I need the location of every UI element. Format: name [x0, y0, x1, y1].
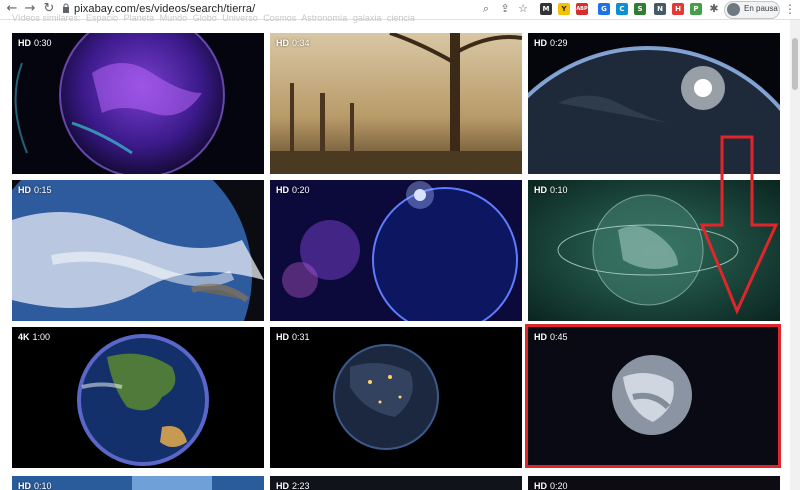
- video-thumbnail[interactable]: 4K 1:00: [12, 327, 264, 468]
- video-thumbnail[interactable]: HD 0:20: [528, 476, 780, 490]
- profile-button[interactable]: En pausa: [724, 1, 780, 19]
- extension-n-icon[interactable]: N: [654, 3, 666, 15]
- menu-icon[interactable]: ⋮: [784, 1, 796, 17]
- video-badge: HD 0:29: [534, 38, 568, 48]
- extension-y-icon[interactable]: Y: [558, 3, 570, 15]
- extension-h-icon[interactable]: H: [672, 3, 684, 15]
- tag-link[interactable]: Espacio: [86, 13, 118, 23]
- scrollbar-track[interactable]: [790, 20, 800, 490]
- bookmark-star-icon[interactable]: ☆: [516, 2, 530, 16]
- video-thumbnail[interactable]: HD 0:20: [270, 180, 522, 321]
- tag-link[interactable]: ciencia: [387, 13, 415, 23]
- tag-link[interactable]: Planeta: [124, 13, 155, 23]
- earth-clouds-image: [12, 180, 264, 321]
- video-badge: HD 2:23: [276, 481, 310, 490]
- video-badge: HD 0:20: [276, 185, 310, 195]
- extension-c-icon[interactable]: C: [616, 3, 628, 15]
- related-label: Vídeos similares:: [12, 13, 81, 23]
- extension-p-icon[interactable]: P: [690, 3, 702, 15]
- video-thumbnail[interactable]: HD 0:34: [270, 33, 522, 174]
- extension-s-icon[interactable]: S: [634, 3, 646, 15]
- video-thumbnail[interactable]: HD 2:23: [270, 476, 522, 490]
- tag-link[interactable]: Cosmos: [263, 13, 296, 23]
- earth-night-blue-image: [270, 180, 522, 321]
- video-thumbnail[interactable]: HD 0:31: [270, 327, 522, 468]
- related-tags: Vídeos similares: Espacio Planeta Mundo …: [12, 13, 418, 23]
- video-badge: 4K 1:00: [18, 332, 51, 342]
- earth-asia-image: [12, 327, 264, 468]
- highlight-box-annotation: [525, 324, 781, 468]
- scrollbar-thumb[interactable]: [792, 38, 798, 90]
- foggy-forest-image: [270, 33, 522, 174]
- red-arrow-annotation: [700, 135, 779, 315]
- video-badge: HD 0:10: [18, 481, 52, 490]
- video-thumbnail[interactable]: HD 0:10: [12, 476, 264, 490]
- video-badge: HD 0:30: [18, 38, 52, 48]
- extensions-puzzle-icon[interactable]: ✱: [707, 2, 721, 16]
- tag-link[interactable]: Mundo: [160, 13, 188, 23]
- tag-link[interactable]: galaxia: [353, 13, 382, 23]
- tag-link[interactable]: Globo: [193, 13, 217, 23]
- video-badge: HD 0:34: [276, 38, 310, 48]
- tag-link[interactable]: Astronomía: [301, 13, 347, 23]
- video-thumbnail[interactable]: HD 0:30: [12, 33, 264, 174]
- profile-label: En pausa: [744, 4, 778, 13]
- video-badge: HD 0:10: [534, 185, 568, 195]
- extension-m-icon[interactable]: M: [540, 3, 552, 15]
- video-badge: HD 0:31: [276, 332, 310, 342]
- share-icon[interactable]: ⇪: [498, 2, 512, 16]
- avatar: [727, 3, 740, 16]
- video-badge: HD 0:20: [534, 481, 568, 490]
- earth-city-lights-image: [270, 327, 522, 468]
- extension-abp-icon[interactable]: ABP: [576, 3, 588, 15]
- lock-icon: [63, 3, 69, 13]
- video-badge: HD 0:15: [18, 185, 52, 195]
- tag-link[interactable]: Universo: [222, 13, 258, 23]
- extension-g-icon[interactable]: G: [598, 3, 610, 15]
- video-thumbnail[interactable]: HD 0:15: [12, 180, 264, 321]
- digital-globe-image: [12, 33, 264, 174]
- zoom-icon[interactable]: ⌕: [479, 2, 493, 16]
